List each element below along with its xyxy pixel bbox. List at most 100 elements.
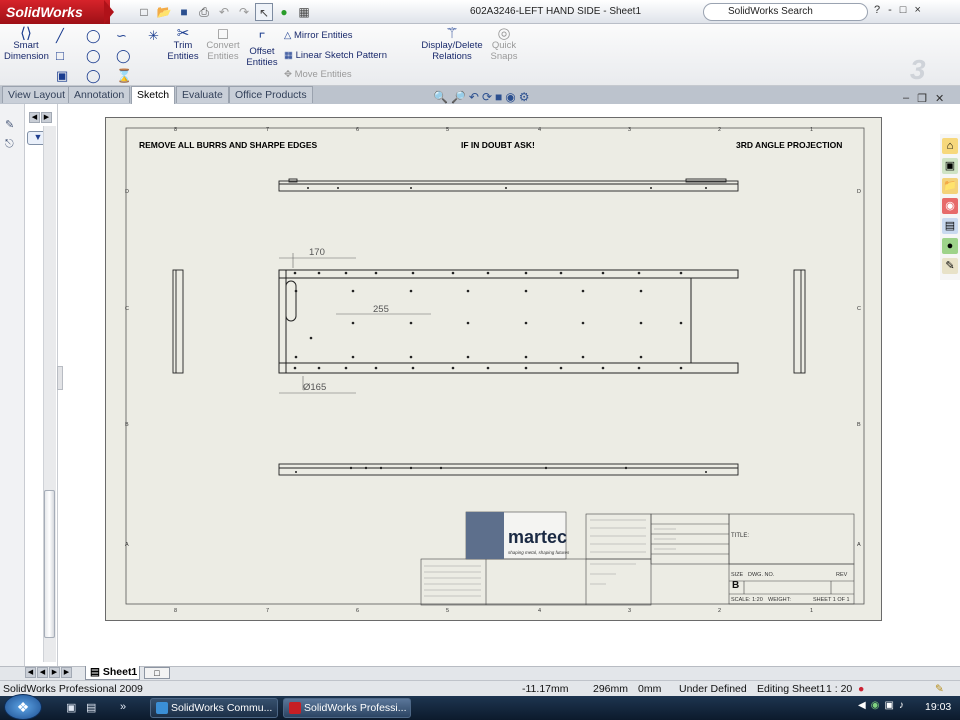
prev-sheet-arrow-icon[interactable]: ◀ [37,667,48,678]
bottom-view[interactable] [278,463,739,476]
rebuild-status-icon[interactable]: ● [858,683,864,695]
dimension-170[interactable]: 170 [309,247,325,258]
offset-entities-button[interactable]: ⌜ Offset Entities [243,32,281,68]
status-scale[interactable]: 1 : 20 [826,683,852,695]
ellipse-tool-icon[interactable]: ◯ [116,48,131,64]
left-side-view[interactable] [172,269,184,374]
hide-show-icon[interactable]: ◉ [505,90,515,104]
rotate-view-icon[interactable]: ⟳ [482,90,492,104]
search-results-icon[interactable]: ◉ [942,198,958,214]
panel-scrollbar-thumb[interactable] [44,490,55,638]
last-sheet-arrow-icon[interactable]: ▶ [61,667,72,678]
options-icon[interactable]: ▦ [295,3,313,21]
system-tray: ◀ ◉ ▣ ♪ [858,700,904,711]
solidworks-logo[interactable]: SolidWorks [0,0,110,24]
search-input[interactable]: SolidWorks Search [703,3,868,21]
linear-sketch-pattern-button[interactable]: ▦ Linear Sketch Pattern [284,50,387,61]
show-desktop-icon[interactable]: ▣ [66,701,76,714]
zone-row-d-right: D [857,189,861,195]
trim-entities-button[interactable]: ✂ Trim Entities [163,26,203,62]
spline-tool-icon[interactable]: ∽ [116,28,127,44]
taskbar-solidworks-professional[interactable]: SolidWorks Professi... [283,698,411,718]
restore-button[interactable]: □ [900,4,907,16]
save-icon[interactable]: ■ [175,3,193,21]
zoom-to-area-icon[interactable]: 🔎 [451,90,466,104]
doc-restore-button[interactable]: ❐ [917,92,927,105]
move-entities-button[interactable]: ✥ Move Entities [284,69,352,80]
select-arrow-icon[interactable]: ↖ [255,3,273,21]
tray-expand-icon[interactable]: ◀ [858,700,866,711]
design-library-icon[interactable]: ▣ [942,158,958,174]
tab-evaluate[interactable]: Evaluate [176,86,229,103]
mirror-entities-button[interactable]: △ Mirror Entities [284,30,353,41]
appearances-icon[interactable]: ● [942,238,958,254]
close-button[interactable]: × [914,4,920,16]
start-button[interactable]: ❖ [4,694,42,720]
feature-manager-tab-icon[interactable]: ✎ [5,118,14,131]
zoom-to-fit-icon[interactable]: 🔍 [433,90,448,104]
dimension-165[interactable]: Ø165 [303,382,326,393]
quick-tips-icon[interactable]: ✎ [935,683,944,695]
taskbar-solidworks-community[interactable]: SolidWorks Commu... [150,698,278,718]
display-style-icon[interactable]: ■ [495,90,502,104]
view-palette-icon[interactable]: ▤ [942,218,958,234]
doc-close-button[interactable]: ✕ [935,92,944,105]
switch-windows-icon[interactable]: ▤ [86,701,96,714]
undo-icon[interactable]: ↶ [215,3,233,21]
quick-snaps-button[interactable]: ◎ Quick Snaps [486,26,522,62]
sheet-tab-sheet1[interactable]: ▤ Sheet1 [85,666,140,680]
slot-tool-icon[interactable]: ▣ [56,68,68,84]
right-side-view[interactable] [793,269,806,374]
line-tool-icon[interactable]: ╱ [56,28,64,44]
zone-col-5-top: 5 [446,127,449,133]
help-button[interactable]: ? [874,4,880,16]
tab-sketch[interactable]: Sketch [131,86,176,104]
drawing-sheet[interactable]: REMOVE ALL BURRS AND SHARPE EDGES IF IN … [105,117,882,621]
print-icon[interactable]: ⎙ [195,3,213,21]
top-view[interactable] [278,178,739,192]
previous-view-icon[interactable]: ↶ [469,90,479,104]
custom-properties-icon[interactable]: ✎ [942,258,958,274]
panel-left-arrow-icon[interactable]: ◀ [29,112,40,123]
rectangle-tool-icon[interactable]: □ [56,48,64,63]
add-sheet-button[interactable]: □ [144,667,170,679]
tray-monitor-icon[interactable]: ▣ [884,700,893,711]
tab-annotation[interactable]: Annotation [68,86,131,103]
zone-col-6-top: 6 [356,127,359,133]
minimize-button[interactable]: - [888,4,892,16]
property-manager-tab-icon[interactable]: ⎋ [5,138,14,151]
arc-tool-icon[interactable]: ◯ [86,68,101,84]
dimension-255[interactable]: 255 [373,304,389,315]
tab-view-layout[interactable]: View Layout [2,86,72,103]
polygon-tool-icon[interactable]: ◯ [86,48,101,64]
open-folder-icon[interactable]: 📂 [155,3,173,21]
note-projection: 3RD ANGLE PROJECTION [736,140,842,150]
taskbar-clock[interactable]: 19:03 [925,701,951,713]
point-tool-icon[interactable]: ✳ [148,28,159,44]
new-document-icon[interactable]: □ [135,3,153,21]
martec-logo-text: martec [508,527,567,547]
weight-label: WEIGHT: [768,597,791,603]
doc-minimize-button[interactable]: – [903,92,909,105]
tray-network-icon[interactable]: ◉ [871,700,880,711]
view-settings-icon[interactable]: ⚙ [519,90,530,104]
panel-right-arrow-icon[interactable]: ▶ [41,112,52,123]
fillet-tool-icon[interactable]: ⌛ [116,68,132,84]
first-sheet-arrow-icon[interactable]: ◀ [25,667,36,678]
display-delete-relations-button[interactable]: ⚚ Display/Delete Relations [420,26,484,62]
convert-entities-button[interactable]: ◻ Convert Entities [203,26,243,62]
home-icon[interactable]: ⌂ [942,138,958,154]
front-view[interactable] [278,269,739,374]
next-sheet-arrow-icon[interactable]: ▶ [49,667,60,678]
circle-tool-icon[interactable]: ◯ [86,28,101,44]
panel-splitter-handle[interactable] [57,366,63,390]
rebuild-traffic-light-icon[interactable]: ● [275,3,293,21]
tray-volume-icon[interactable]: ♪ [899,700,904,711]
tab-office-products[interactable]: Office Products [229,86,313,103]
file-explorer-icon[interactable]: 📁 [942,178,958,194]
dassault-logo-icon: 3 [910,54,926,85]
zone-col-1-top: 1 [810,127,813,133]
smart-dimension-button[interactable]: ⟨⟩ Smart Dimension [4,26,49,62]
redo-icon[interactable]: ↷ [235,3,253,21]
quick-launch-more-icon[interactable]: » [120,701,126,713]
